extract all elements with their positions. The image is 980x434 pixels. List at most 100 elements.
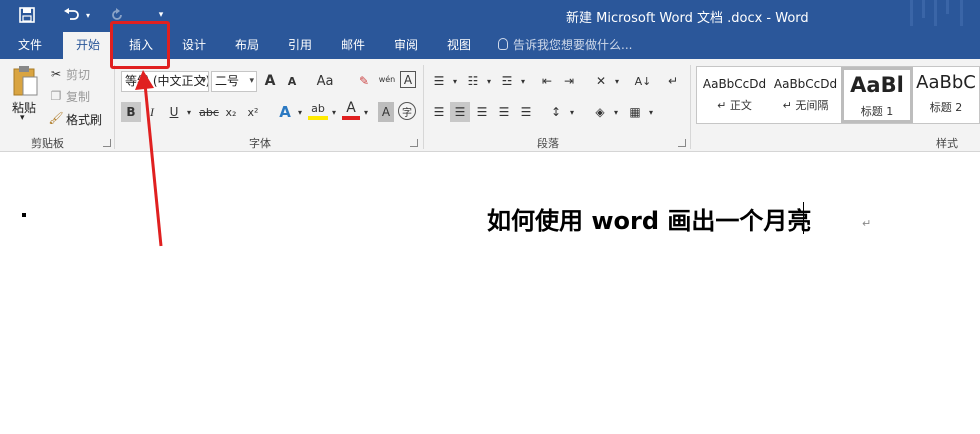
enclose-char-icon[interactable]: 字 — [398, 102, 416, 120]
decoration-icon — [922, 0, 925, 18]
undo-dropdown-icon[interactable]: ▾ — [83, 4, 93, 26]
clear-format-icon[interactable]: ✎ — [355, 71, 373, 91]
style-preview: AaBbCcDd — [773, 77, 838, 91]
char-shading-icon[interactable]: A — [378, 102, 394, 122]
document-heading[interactable]: 如何使用 word 画出一个月亮 — [487, 201, 811, 236]
subscript-icon[interactable]: x₂ — [222, 102, 240, 122]
group-separator — [690, 65, 691, 149]
document-canvas[interactable]: 如何使用 word 画出一个月亮 ↵ — [0, 153, 980, 434]
tab-home[interactable]: 开始 — [63, 32, 113, 59]
lightbulb-icon — [498, 38, 508, 50]
show-marks-icon[interactable]: ↵ — [664, 71, 682, 91]
scissors-icon: ✂ — [50, 67, 62, 81]
font-size-value: 二号 — [215, 74, 240, 88]
clipboard-launcher-icon[interactable] — [103, 139, 111, 147]
styles-group-label: 样式 — [936, 137, 958, 150]
decoration-icon — [946, 0, 949, 14]
underline-dropdown-icon[interactable]: ▾ — [184, 102, 194, 122]
save-icon[interactable] — [16, 4, 38, 26]
font-name-select[interactable]: 等线 (中文正文) ▾ — [121, 71, 209, 92]
style-no-spacing[interactable]: AaBbCcDd ↵ 无间隔 — [770, 67, 841, 123]
font-group-label: 字体 — [249, 137, 271, 150]
cut-button[interactable]: 剪切 — [66, 66, 90, 83]
numbering-icon[interactable]: ☷ — [464, 71, 482, 91]
group-separator — [423, 65, 424, 149]
styles-gallery: AaBbCcDd ↵ 正文 AaBbCcDd ↵ 无间隔 AaBl 标题 1 A… — [696, 66, 980, 124]
tab-review[interactable]: 审阅 — [384, 32, 428, 59]
style-preview: AaBbC — [916, 72, 976, 93]
font-name-value: 等线 (中文正文) — [125, 74, 209, 88]
shading-icon[interactable]: ◈ — [590, 102, 610, 122]
group-separator — [114, 65, 115, 149]
text-effects-icon[interactable]: A — [276, 102, 294, 122]
style-name: ↵ 正文 — [717, 99, 752, 112]
bullets-dropdown-icon[interactable]: ▾ — [450, 71, 460, 91]
align-right-icon[interactable]: ☰ — [473, 102, 491, 122]
underline-icon[interactable]: U — [166, 102, 182, 122]
phonetic-guide-icon[interactable]: wén — [377, 69, 397, 89]
multilevel-dropdown-icon[interactable]: ▾ — [518, 71, 528, 91]
align-center-icon[interactable]: ☰ — [450, 102, 470, 122]
chinese-layout-dropdown-icon[interactable]: ▾ — [612, 71, 622, 91]
italic-icon[interactable]: I — [144, 102, 160, 122]
bullets-icon[interactable]: ☰ — [430, 71, 448, 91]
borders-dropdown-icon[interactable]: ▾ — [646, 102, 656, 122]
style-preview: AaBl — [850, 73, 904, 97]
annotation-highlight-box — [110, 21, 170, 69]
font-launcher-icon[interactable] — [410, 139, 418, 147]
multilevel-list-icon[interactable]: ☲ — [498, 71, 516, 91]
superscript-icon[interactable]: x² — [244, 102, 262, 122]
line-spacing-icon[interactable]: ↕ — [547, 102, 565, 122]
strikethrough-icon[interactable]: abc — [198, 102, 220, 122]
window-title: 新建 Microsoft Word 文档 .docx - Word — [566, 11, 809, 26]
copy-button[interactable]: 复制 — [66, 88, 90, 105]
grow-font-icon[interactable]: A — [262, 71, 278, 91]
decoration-icon — [910, 0, 913, 26]
numbering-dropdown-icon[interactable]: ▾ — [484, 71, 494, 91]
style-name: 标题 1 — [860, 105, 894, 118]
style-name: ↵ 无间隔 — [782, 99, 829, 112]
paragraph-launcher-icon[interactable] — [678, 139, 686, 147]
text-effects-dropdown-icon[interactable]: ▾ — [295, 102, 305, 122]
distributed-icon[interactable]: ☰ — [517, 102, 535, 122]
style-name: 标题 2 — [929, 101, 963, 114]
tab-mailings[interactable]: 邮件 — [331, 32, 375, 59]
change-case-icon[interactable]: Aa — [312, 71, 338, 91]
font-size-select[interactable]: 二号 ▾ — [211, 71, 257, 92]
style-heading-2[interactable]: AaBbC 标题 2 — [913, 67, 979, 123]
font-color-icon[interactable]: A — [342, 100, 360, 120]
line-spacing-dropdown-icon[interactable]: ▾ — [567, 102, 577, 122]
align-left-icon[interactable]: ☰ — [430, 102, 448, 122]
paste-dropdown-icon[interactable]: ▾ — [20, 113, 25, 123]
tell-me-box[interactable]: 告诉我您想要做什么... — [498, 32, 632, 59]
style-heading-1[interactable]: AaBl 标题 1 — [841, 67, 913, 123]
chinese-layout-icon[interactable]: ✕ — [592, 71, 610, 91]
clipboard-group-label: 剪贴板 — [31, 137, 64, 150]
bold-icon[interactable]: B — [121, 102, 141, 122]
highlight-icon[interactable]: ab — [308, 100, 328, 120]
undo-icon[interactable] — [60, 4, 82, 26]
tab-references[interactable]: 引用 — [278, 32, 322, 59]
shrink-font-icon[interactable]: A — [284, 71, 300, 91]
bullet-marker — [22, 213, 26, 217]
tab-file[interactable]: 文件 — [8, 32, 52, 59]
borders-icon[interactable]: ▦ — [626, 102, 644, 122]
decrease-indent-icon[interactable]: ⇤ — [538, 71, 556, 91]
tab-design[interactable]: 设计 — [172, 32, 216, 59]
tab-view[interactable]: 视图 — [437, 32, 481, 59]
highlight-dropdown-icon[interactable]: ▾ — [329, 102, 339, 122]
increase-indent-icon[interactable]: ⇥ — [560, 71, 578, 91]
format-painter-button[interactable]: 格式刷 — [66, 111, 102, 128]
paste-icon[interactable] — [10, 64, 40, 98]
paragraph-mark: ↵ — [862, 217, 872, 230]
tell-me-text: 告诉我您想要做什么... — [513, 38, 633, 52]
copy-icon: ❐ — [50, 89, 62, 103]
justify-icon[interactable]: ☰ — [495, 102, 513, 122]
style-normal[interactable]: AaBbCcDd ↵ 正文 — [699, 67, 770, 123]
shading-dropdown-icon[interactable]: ▾ — [611, 102, 621, 122]
tab-layout[interactable]: 布局 — [225, 32, 269, 59]
chevron-down-icon: ▾ — [249, 76, 254, 86]
font-color-dropdown-icon[interactable]: ▾ — [361, 102, 371, 122]
char-border-icon[interactable]: A — [400, 71, 416, 88]
sort-icon[interactable]: A↓ — [634, 71, 652, 91]
